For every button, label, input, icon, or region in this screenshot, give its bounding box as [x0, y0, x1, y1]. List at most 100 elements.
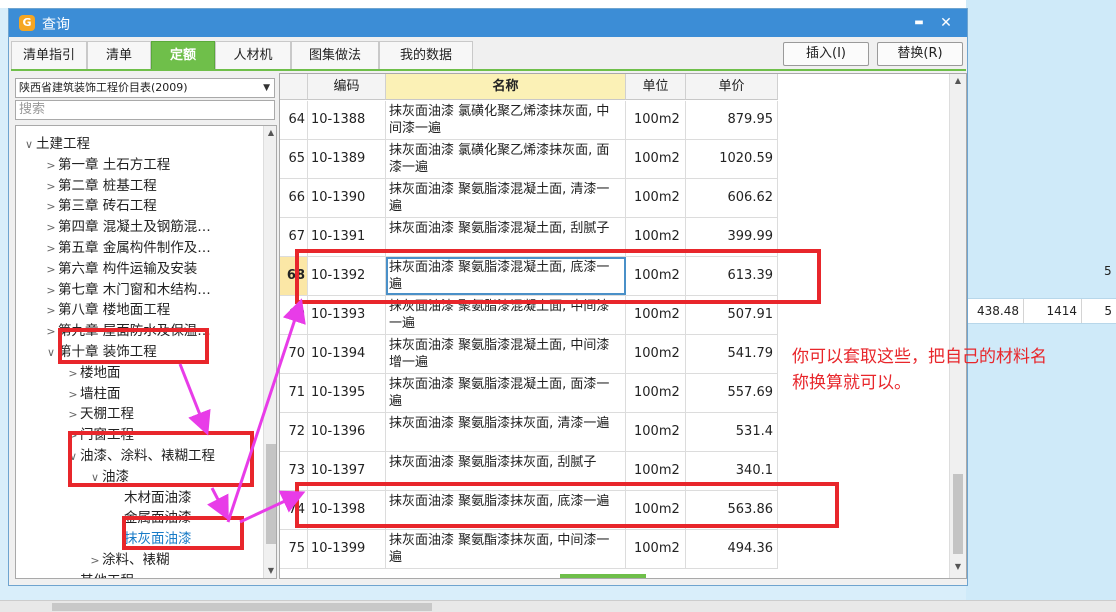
insert-button[interactable]: 插入(I) — [783, 42, 869, 66]
tree-node[interactable]: > 第一章 土石方工程 — [44, 155, 170, 176]
row-index: 69 — [280, 296, 308, 334]
catalog-select[interactable]: 陕西省建筑装饰工程价目表(2009) ▼ — [15, 78, 275, 98]
chevron-right-icon[interactable]: > — [44, 259, 58, 280]
cell-unit: 100m2 — [626, 413, 686, 451]
scroll-up-icon[interactable]: ▲ — [264, 126, 276, 140]
chevron-right-icon[interactable]: > — [44, 300, 58, 321]
tree-node[interactable]: > 楼地面 — [66, 363, 120, 384]
table-row[interactable]: 73 10-1397 抹灰面油漆 聚氨脂漆抹灰面, 刮腻子 100m2 340.1 — [280, 452, 778, 491]
tab-my-data[interactable]: 我的数据 — [379, 41, 473, 69]
row-index: 65 — [280, 140, 308, 178]
tree-node[interactable]: ∨ 油漆、涂料、裱糊工程 — [66, 446, 215, 467]
chevron-right-icon[interactable]: > — [66, 425, 80, 446]
tree-node[interactable]: > 第九章 屋面防水及保温… — [44, 321, 210, 342]
header-code[interactable]: 编码 — [308, 74, 386, 100]
table-row[interactable]: 69 10-1393 抹灰面油漆 聚氨脂漆混凝土面, 中间漆一遍 100m2 507.9… — [280, 296, 778, 335]
scroll-down-icon[interactable]: ▼ — [951, 560, 965, 574]
header-name[interactable]: 名称 — [386, 74, 626, 100]
tree-node[interactable]: > 第四章 混凝土及钢筋混… — [44, 217, 210, 238]
scroll-up-icon[interactable]: ▲ — [951, 74, 965, 88]
tree-node[interactable]: > 第八章 楼地面工程 — [44, 300, 170, 321]
chevron-down-icon[interactable]: ∨ — [22, 134, 36, 155]
tree-node[interactable]: 金属面油漆 — [110, 508, 192, 529]
table-row[interactable]: 75 10-1399 抹灰面油漆 聚氨酯漆抹灰面, 中间漆一遍 100m2 494.36 — [280, 530, 778, 569]
tree-node[interactable]: > 第七章 木门窗和木结构… — [44, 280, 210, 301]
tree-node[interactable]: > 第三章 砖石工程 — [44, 196, 156, 217]
scrollbar-thumb[interactable] — [266, 444, 276, 544]
table-scrollbar[interactable]: ▲ ▼ — [949, 74, 966, 578]
chevron-right-icon[interactable]: > — [66, 404, 80, 425]
chevron-right-icon[interactable]: > — [88, 550, 102, 571]
tab-bill-guide[interactable]: 清单指引 — [11, 41, 87, 69]
replace-button[interactable]: 替换(R) — [877, 42, 963, 66]
background-horizontal-scrollbar[interactable] — [0, 600, 1116, 612]
cell-price: 541.79 — [686, 335, 778, 373]
chevron-right-icon[interactable]: > — [66, 384, 80, 405]
table-row[interactable]: 68 10-1392 抹灰面油漆 聚氨脂漆混凝土面, 底漆一遍 100m2 613.39 — [280, 257, 778, 296]
resize-handle[interactable] — [560, 574, 646, 578]
cell-name: 抹灰面油漆 聚氨脂漆混凝土面, 面漆一遍 — [386, 374, 626, 412]
chevron-down-icon[interactable]: ▼ — [263, 79, 270, 97]
table-row[interactable]: 74 10-1398 抹灰面油漆 聚氨脂漆抹灰面, 底漆一遍 100m2 563.86 — [280, 491, 778, 530]
row-index: 66 — [280, 179, 308, 217]
tree-node[interactable]: ∨ 土建工程 — [22, 134, 90, 155]
table-row[interactable]: 66 10-1390 抹灰面油漆 聚氨脂漆混凝土面, 清漆一遍 100m2 606.62 — [280, 179, 778, 218]
tree-node[interactable]: > 天棚工程 — [66, 404, 134, 425]
chevron-right-icon[interactable]: > — [44, 196, 58, 217]
cell-code: 10-1394 — [308, 335, 386, 373]
search-input[interactable]: 搜索 — [15, 100, 275, 120]
table-row[interactable]: 71 10-1395 抹灰面油漆 聚氨脂漆混凝土面, 面漆一遍 100m2 557.69 — [280, 374, 778, 413]
tab-atlas-method[interactable]: 图集做法 — [291, 41, 379, 69]
close-button[interactable]: ✕ — [936, 13, 956, 33]
chevron-right-icon[interactable]: > — [44, 217, 58, 238]
background-cell: 438.48 — [966, 299, 1024, 323]
tree-node[interactable]: 木材面油漆 — [110, 488, 192, 509]
cell-name: 抹灰面油漆 聚氨脂漆混凝土面, 刮腻子 — [386, 218, 626, 256]
tree-scrollbar[interactable]: ▲ ▼ — [263, 126, 276, 578]
chevron-right-icon[interactable]: > — [66, 363, 80, 384]
tree-node[interactable]: > 第五章 金属构件制作及… — [44, 238, 210, 259]
tab-labor-material-machine[interactable]: 人材机 — [215, 41, 291, 69]
quota-table: 编码 名称 单位 单价 64 10-1388 抹灰面油漆 氯磺化聚乙烯漆抹灰面, 中… — [279, 73, 967, 579]
chevron-down-icon[interactable]: ∨ — [88, 467, 102, 488]
chevron-right-icon[interactable]: > — [44, 280, 58, 301]
background-cell: 5 — [1104, 264, 1112, 278]
tree-node[interactable]: ∨ 油漆 — [88, 467, 129, 488]
chevron-right-icon[interactable]: > — [44, 321, 58, 342]
chevron-right-icon[interactable]: > — [44, 238, 58, 259]
tree-node[interactable]: > 第二章 桩基工程 — [44, 176, 156, 197]
chevron-right-icon[interactable]: > — [66, 571, 80, 578]
tab-bill[interactable]: 清单 — [87, 41, 151, 69]
cell-unit: 100m2 — [626, 530, 686, 568]
tab-quota[interactable]: 定额 — [151, 41, 215, 69]
header-price[interactable]: 单价 — [686, 74, 778, 100]
header-unit[interactable]: 单位 — [626, 74, 686, 100]
tree-node[interactable]: > 墙柱面 — [66, 384, 121, 405]
chevron-down-icon[interactable]: ∨ — [44, 342, 58, 363]
tree-node[interactable]: ∨ 第十章 装饰工程 — [44, 342, 157, 363]
table-row[interactable]: 72 10-1396 抹灰面油漆 聚氨脂漆抹灰面, 清漆一遍 100m2 531.4 — [280, 413, 778, 452]
table-row[interactable]: 65 10-1389 抹灰面油漆 氯磺化聚乙烯漆抹灰面, 面漆一遍 100m2 1020… — [280, 140, 778, 179]
chevron-down-icon[interactable]: ∨ — [66, 446, 80, 467]
scrollbar-thumb[interactable] — [52, 603, 432, 611]
cell-unit: 100m2 — [626, 452, 686, 490]
cell-code: 10-1398 — [308, 491, 386, 529]
cell-code: 10-1399 — [308, 530, 386, 568]
tree-node-label: 墙柱面 — [80, 385, 121, 402]
tree-node[interactable]: > 门窗工程 — [66, 425, 134, 446]
tree-node[interactable]: >其他工程 — [66, 571, 134, 578]
tree-node[interactable]: > 涂料、裱糊 — [88, 550, 169, 571]
tab-underline — [11, 69, 966, 71]
scrollbar-thumb[interactable] — [953, 474, 963, 554]
scroll-down-icon[interactable]: ▼ — [264, 564, 276, 578]
tree-node[interactable]: > 第六章 构件运输及安装 — [44, 259, 197, 280]
table-row[interactable]: 67 10-1391 抹灰面油漆 聚氨脂漆混凝土面, 刮腻子 100m2 399.99 — [280, 218, 778, 257]
table-row[interactable]: 64 10-1388 抹灰面油漆 氯磺化聚乙烯漆抹灰面, 中间漆一遍 100m2 879… — [280, 101, 778, 140]
chevron-right-icon[interactable]: > — [44, 155, 58, 176]
minimize-button[interactable]: ▬ — [909, 13, 929, 33]
table-row[interactable]: 70 10-1394 抹灰面油漆 聚氨脂漆混凝土面, 中间漆增一遍 100m2 541.… — [280, 335, 778, 374]
tree-node-label: 天棚工程 — [80, 406, 134, 423]
tree-node[interactable]: 抹灰面油漆 — [110, 529, 192, 550]
chevron-right-icon[interactable]: > — [44, 176, 58, 197]
row-index: 75 — [280, 530, 308, 568]
